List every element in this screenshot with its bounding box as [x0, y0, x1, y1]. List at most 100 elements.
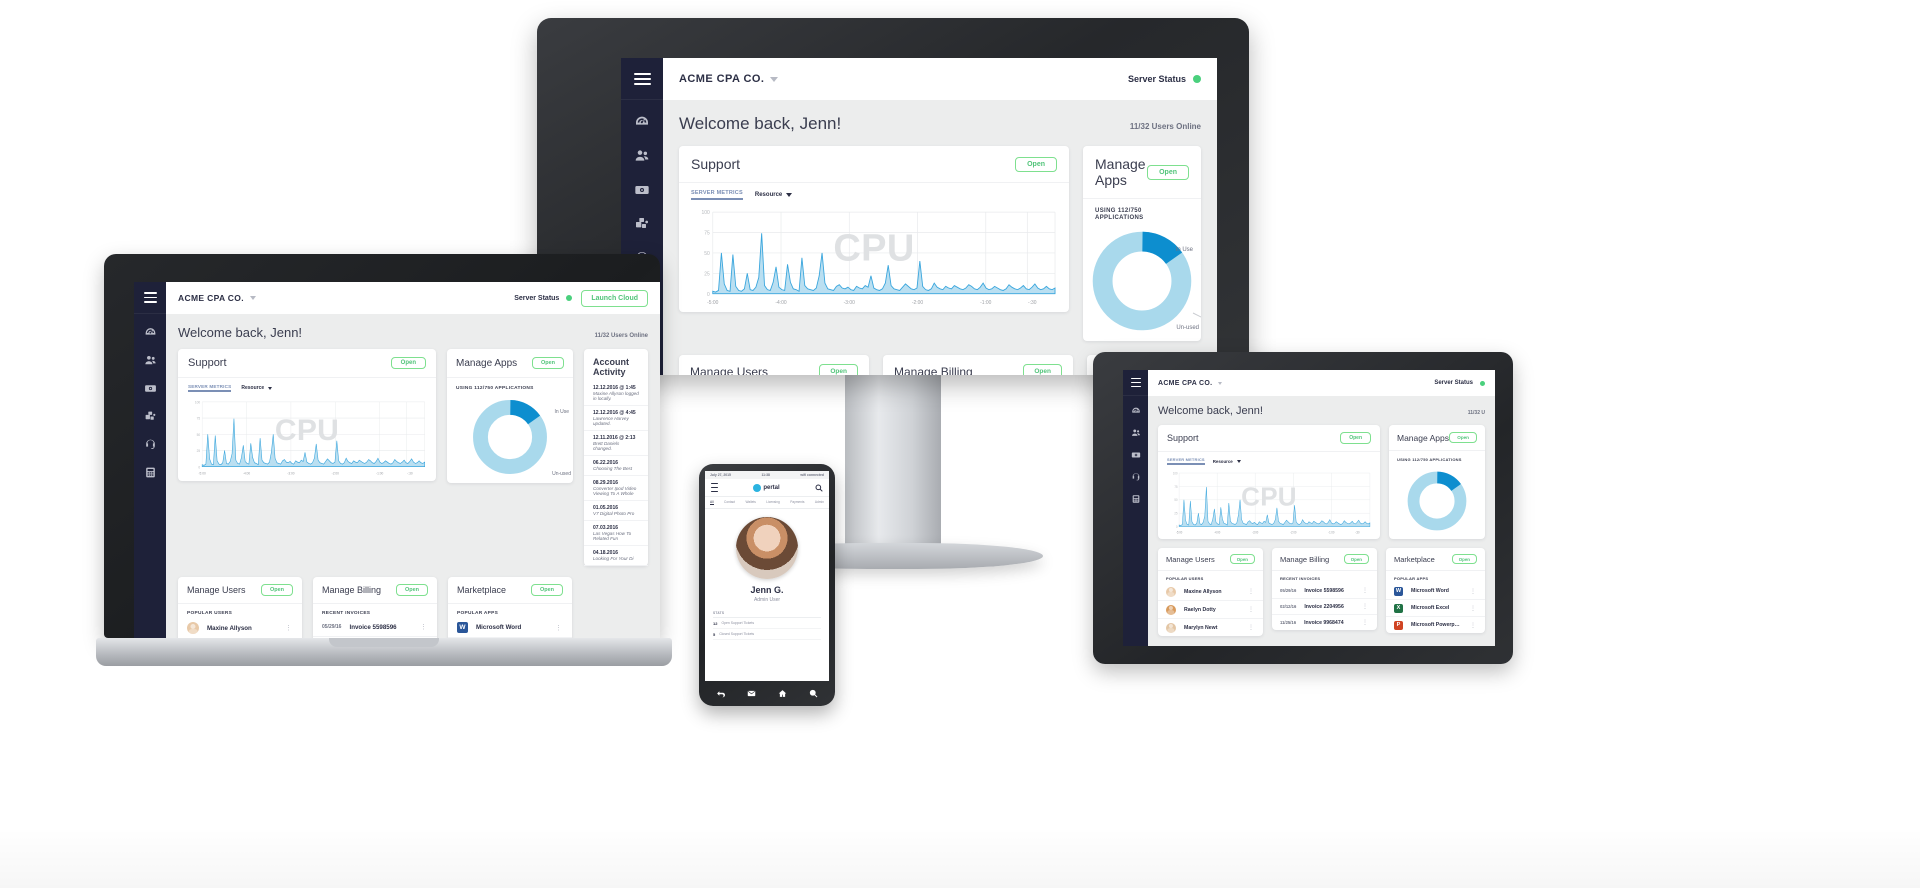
home-icon[interactable]	[778, 689, 787, 698]
tab-payments[interactable]: Payments	[790, 500, 804, 505]
tab-licensing[interactable]: Licensing	[766, 500, 779, 505]
tab-all[interactable]: All	[710, 500, 714, 505]
list-item[interactable]: 12.11.2016 @ 2:13 Brett Daniels changed.	[584, 431, 648, 456]
tab-server-metrics[interactable]: SERVER METRICS	[1167, 457, 1205, 465]
back-icon[interactable]	[716, 689, 725, 698]
brand-selector[interactable]: ACME CPA CO.	[1158, 380, 1223, 387]
sidebar-item-support[interactable]	[1131, 472, 1141, 482]
brand-selector[interactable]: ACME CPA CO.	[178, 293, 256, 303]
list-item[interactable]: Maxine Allyson ⋮	[178, 618, 302, 638]
row-menu-icon[interactable]: ⋮	[1362, 587, 1369, 594]
sidebar-item-users[interactable]	[1131, 428, 1141, 438]
sidebar-item-dashboard[interactable]	[144, 326, 157, 339]
list-item[interactable]: 5 Closed Support Tickets	[713, 629, 821, 640]
tab-server-metrics[interactable]: SERVER METRICS	[691, 190, 743, 200]
chevron-down-icon[interactable]	[786, 193, 793, 197]
avatar	[1166, 622, 1176, 633]
list-item[interactable]: 12 Open Support Tickets	[713, 618, 821, 629]
billing-open-button[interactable]: Open	[1343, 554, 1369, 564]
apps-open-button[interactable]: Open	[531, 357, 564, 369]
marketplace-open-button[interactable]: Open	[1451, 554, 1477, 564]
sidebar-item-apps[interactable]	[634, 216, 650, 232]
sidebar-item-billing[interactable]	[144, 382, 157, 395]
list-item[interactable]: 12.12.2016 @ 4:45 Lawrence Harvey update…	[584, 406, 648, 431]
row-menu-icon[interactable]: ⋮	[420, 623, 428, 631]
hamburger-icon[interactable]	[1130, 377, 1141, 388]
tab-wallets[interactable]: Wallets	[745, 500, 755, 505]
row-menu-icon[interactable]: ⋮	[285, 624, 293, 632]
sidebar-item-billing[interactable]	[1131, 450, 1141, 460]
list-item[interactable]: Maxine Allyson ⋮	[1158, 583, 1263, 601]
sidebar-item-dashboard[interactable]	[634, 114, 650, 130]
svg-text:50: 50	[704, 251, 710, 257]
row-menu-icon[interactable]: ⋮	[1362, 619, 1369, 626]
row-menu-icon[interactable]: ⋮	[1470, 605, 1477, 612]
sidebar-item-calculator[interactable]	[144, 466, 157, 479]
apps-open-button[interactable]: Open	[1147, 164, 1189, 180]
hamburger-icon[interactable]	[143, 292, 157, 303]
sidebar-menu-button[interactable]	[621, 58, 663, 100]
row-menu-icon[interactable]: ⋮	[1362, 603, 1369, 610]
apps-open-button[interactable]: Open	[1449, 432, 1477, 443]
search-icon[interactable]	[809, 689, 818, 698]
tab-contact[interactable]: Contact	[724, 500, 735, 505]
tab-resource[interactable]: Resource	[1213, 459, 1241, 464]
tab-server-metrics[interactable]: SERVER METRICS	[188, 384, 232, 392]
list-item[interactable]: 02/12/16 Invoice 2204956 ⋮	[1272, 599, 1377, 615]
users-open-button[interactable]: Open	[260, 584, 293, 596]
list-item[interactable]: X Microsoft Excel ⋮	[1386, 600, 1485, 617]
sidebar-menu-button[interactable]	[1123, 370, 1148, 396]
sidebar-item-users[interactable]	[144, 354, 157, 367]
list-item[interactable]: 01.05.2016 V7 Digital Photo Pro	[584, 501, 648, 521]
row-menu-icon[interactable]: ⋮	[1248, 606, 1255, 613]
sidebar-item-users[interactable]	[634, 148, 650, 164]
list-item[interactable]: 04.18.2016 Looking For Your Di	[584, 546, 648, 566]
chevron-down-icon[interactable]	[249, 296, 256, 300]
row-menu-icon[interactable]: ⋮	[1470, 588, 1477, 595]
chevron-down-icon[interactable]	[268, 386, 273, 390]
hamburger-icon[interactable]	[711, 483, 718, 492]
row-menu-icon[interactable]: ⋮	[1248, 588, 1255, 595]
stats-heading: STATS	[713, 611, 821, 618]
launch-cloud-button[interactable]: Launch Cloud	[581, 289, 648, 307]
tab-admin[interactable]: Admin	[815, 500, 824, 505]
list-item[interactable]: 11/25/16 Invoice 9968474 ⋮	[1272, 615, 1377, 630]
mail-icon[interactable]	[747, 689, 756, 698]
billing-open-button[interactable]: Open	[395, 584, 428, 596]
support-open-button[interactable]: Open	[1340, 432, 1371, 444]
list-item[interactable]: 05/29/16 Invoice 5598596 ⋮	[1272, 583, 1377, 599]
sidebar-item-billing[interactable]	[634, 182, 650, 198]
list-item[interactable]: 06.22.2016 Choosing The Best	[584, 456, 648, 476]
list-item[interactable]: W Microsoft Word ⋮	[1386, 583, 1485, 600]
list-item[interactable]: 12.12.2016 @ 1:45 Maxine Allyson logged …	[584, 381, 648, 406]
chevron-down-icon[interactable]	[770, 76, 779, 82]
tab-resource[interactable]: Resource	[755, 192, 793, 198]
chevron-down-icon[interactable]	[1218, 381, 1223, 385]
brand-selector[interactable]: ACME CPA CO.	[679, 73, 779, 85]
chevron-down-icon[interactable]	[1236, 459, 1241, 463]
support-open-button[interactable]: Open	[390, 357, 426, 369]
list-item[interactable]: 07.03.2016 Las Vegas How To Related Fun	[584, 521, 648, 546]
row-menu-icon[interactable]: ⋮	[1470, 622, 1477, 629]
hamburger-icon[interactable]	[633, 72, 651, 85]
billing-open-button[interactable]: Open	[1023, 364, 1062, 375]
sidebar-item-apps[interactable]	[144, 410, 157, 423]
support-open-button[interactable]: Open	[1015, 156, 1057, 172]
list-item[interactable]: 08.29.2016 Converter Ipod Video Viewing …	[584, 476, 648, 501]
users-open-button[interactable]: Open	[1229, 554, 1255, 564]
list-item[interactable]: Raelyn Dotty ⋮	[1158, 601, 1263, 619]
list-item[interactable]: 05/29/16 Invoice 5598596 ⋮	[313, 618, 437, 637]
list-item[interactable]: W Microsoft Word ⋮	[448, 618, 572, 638]
list-item[interactable]: P Microsoft Powerpoint ⋮	[1386, 617, 1485, 633]
tab-resource[interactable]: Resource	[241, 385, 273, 391]
sidebar-item-calculator[interactable]	[1131, 494, 1141, 504]
sidebar-item-dashboard[interactable]	[1131, 406, 1141, 416]
sidebar-item-support[interactable]	[144, 438, 157, 451]
row-menu-icon[interactable]: ⋮	[555, 624, 563, 632]
sidebar-menu-button[interactable]	[134, 282, 166, 314]
search-icon[interactable]	[815, 484, 823, 492]
marketplace-open-button[interactable]: Open	[530, 584, 563, 596]
users-open-button[interactable]: Open	[819, 364, 858, 375]
row-menu-icon[interactable]: ⋮	[1248, 624, 1255, 631]
list-item[interactable]: Marylyn Newt ⋮	[1158, 619, 1263, 636]
